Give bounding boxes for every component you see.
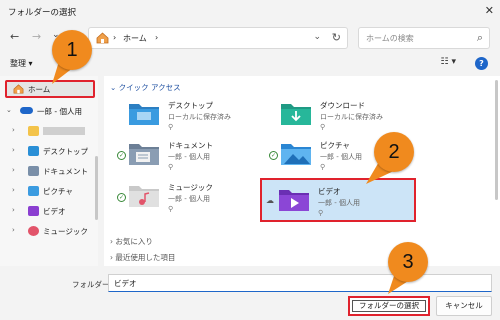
pictures-icon [28, 186, 39, 196]
tile-desktop[interactable]: デスクトップ ローカルに保存済み ⚲ [128, 98, 280, 136]
video-icon [28, 206, 39, 216]
documents-folder-icon [129, 144, 159, 165]
sidebar-item-onedrive[interactable]: ⌄ 一郎 - 個人用 [0, 102, 96, 120]
breadcrumb-home[interactable]: ホーム [123, 33, 147, 44]
cloud-status-icon: ☁ [266, 196, 274, 205]
home-icon [13, 84, 24, 94]
tile-name: ピクチャ [320, 141, 350, 150]
folder-icon [28, 126, 39, 136]
quick-access-header[interactable]: ⌄ クイック アクセス [110, 82, 181, 93]
home-icon [96, 32, 109, 44]
pin-icon: ⚲ [318, 209, 324, 217]
desktop-icon [28, 146, 39, 156]
folder-name-field[interactable]: ビデオ [108, 274, 492, 292]
view-options-icon[interactable]: ☷ ▾ [441, 57, 456, 67]
tile-name: ビデオ [318, 187, 341, 196]
title-bar: フォルダーの選択 ✕ [0, 0, 500, 24]
pin-icon: ⚲ [168, 205, 174, 213]
favorites-section[interactable]: › お気に入り [110, 236, 153, 247]
desktop-folder-icon [129, 104, 159, 125]
videos-folder-icon [279, 190, 309, 211]
synced-check-icon: ✓ [117, 193, 126, 202]
back-arrow-icon[interactable]: ← [10, 30, 19, 43]
chevron-down-icon[interactable]: ⌄ [6, 106, 12, 114]
forward-arrow-icon[interactable]: → [32, 30, 41, 43]
organize-menu-button[interactable]: 整理 ▾ [10, 58, 33, 69]
sidebar-item-label: ホーム [28, 85, 51, 94]
tile-name: ドキュメント [168, 141, 213, 150]
sidebar-item-desktop[interactable]: › デスクトップ [0, 142, 96, 160]
tile-status: 一郎 - 個人用 [320, 153, 362, 161]
search-box[interactable]: ホームの検索 ⌕ [358, 27, 490, 49]
chevron-right-icon[interactable]: › [12, 166, 15, 174]
music-folder-icon [129, 186, 159, 207]
tile-status: ローカルに保存済み [168, 113, 231, 121]
chevron-right-icon[interactable]: › [12, 146, 15, 154]
tile-downloads[interactable]: ダウンロード ローカルに保存済み ⚲ [280, 98, 432, 136]
music-icon [28, 226, 39, 236]
sidebar-scrollbar[interactable] [95, 156, 98, 220]
sidebar-item-label: ピクチャ [43, 187, 73, 196]
sidebar-item-folder[interactable]: › [0, 122, 96, 140]
pin-icon: ⚲ [168, 123, 174, 131]
sidebar-item-videos[interactable]: › ビデオ [0, 202, 96, 220]
search-icon: ⌕ [476, 31, 483, 44]
folder-name-value[interactable]: ビデオ [114, 278, 137, 289]
address-bar[interactable]: › ホーム › ⌄ ↻ [88, 27, 348, 49]
cancel-button[interactable]: キャンセル [436, 296, 492, 316]
sidebar-item-label [43, 127, 85, 135]
dialog-footer: フォルダー: ビデオ フォルダーの選択 キャンセル [0, 266, 500, 320]
tile-status: ローカルに保存済み [320, 113, 383, 121]
folder-field-label: フォルダー: [72, 280, 113, 289]
recent-section[interactable]: › 最近使用した項目 [110, 252, 175, 263]
sidebar-item-pictures[interactable]: › ピクチャ [0, 182, 96, 200]
downloads-folder-icon [281, 104, 311, 125]
chevron-right-icon[interactable]: › [12, 206, 15, 214]
content-scrollbar[interactable] [495, 80, 498, 200]
sidebar-item-music[interactable]: › ミュージック [0, 222, 96, 240]
chevron-right-icon[interactable]: › [12, 126, 15, 134]
tile-status: 一郎 - 個人用 [318, 199, 360, 207]
tile-status: 一郎 - 個人用 [168, 195, 210, 203]
chevron-right-icon[interactable]: › [12, 226, 15, 234]
address-dropdown-icon[interactable]: ⌄ [313, 32, 321, 42]
sidebar-item-label: ミュージック [43, 227, 88, 236]
tile-documents[interactable]: ✓ ドキュメント 一郎 - 個人用 ⚲ [117, 138, 280, 176]
tile-status: 一郎 - 個人用 [168, 153, 210, 161]
pictures-folder-icon [281, 144, 311, 165]
pin-icon: ⚲ [320, 123, 326, 131]
callout-1: 1 [52, 30, 92, 70]
sidebar-item-label: ビデオ [43, 207, 66, 216]
breadcrumb-separator: › [113, 33, 117, 42]
cloud-icon [20, 107, 33, 114]
pin-icon: ⚲ [168, 163, 174, 171]
content-pane: ⌄ クイック アクセス デスクトップ ローカルに保存済み ⚲ ダウンロード ロー… [104, 76, 500, 266]
tile-music[interactable]: ✓ ミュージック 一郎 - 個人用 ⚲ [117, 180, 280, 218]
callout-3: 3 [388, 242, 428, 282]
close-icon[interactable]: ✕ [485, 4, 494, 17]
refresh-icon[interactable]: ↻ [332, 31, 341, 44]
sidebar-item-label: ドキュメント [43, 167, 88, 176]
synced-check-icon: ✓ [269, 151, 278, 160]
navigation-pane: ホーム ⌄ 一郎 - 個人用 › › デスクトップ › ドキュメント › ピクチ… [0, 76, 98, 266]
search-input[interactable]: ホームの検索 [366, 33, 414, 44]
tile-name: デスクトップ [168, 101, 213, 110]
pin-icon: ⚲ [320, 163, 326, 171]
select-folder-button[interactable]: フォルダーの選択 [348, 296, 430, 316]
breadcrumb-separator[interactable]: › [155, 33, 158, 42]
help-icon[interactable]: ? [475, 57, 488, 70]
tile-videos[interactable]: ☁ ビデオ 一郎 - 個人用 ⚲ [260, 178, 416, 222]
sidebar-item-label: 一郎 - 個人用 [37, 107, 82, 116]
sidebar-item-documents[interactable]: › ドキュメント [0, 162, 96, 180]
callout-2: 2 [374, 132, 414, 172]
tile-name: ミュージック [168, 183, 213, 192]
sidebar-item-label: デスクトップ [43, 147, 88, 156]
synced-check-icon: ✓ [117, 151, 126, 160]
sidebar-item-home[interactable]: ホーム [5, 80, 95, 98]
document-icon [28, 166, 39, 176]
chevron-right-icon[interactable]: › [12, 186, 15, 194]
window-title: フォルダーの選択 [8, 8, 77, 18]
tile-name: ダウンロード [320, 101, 365, 110]
